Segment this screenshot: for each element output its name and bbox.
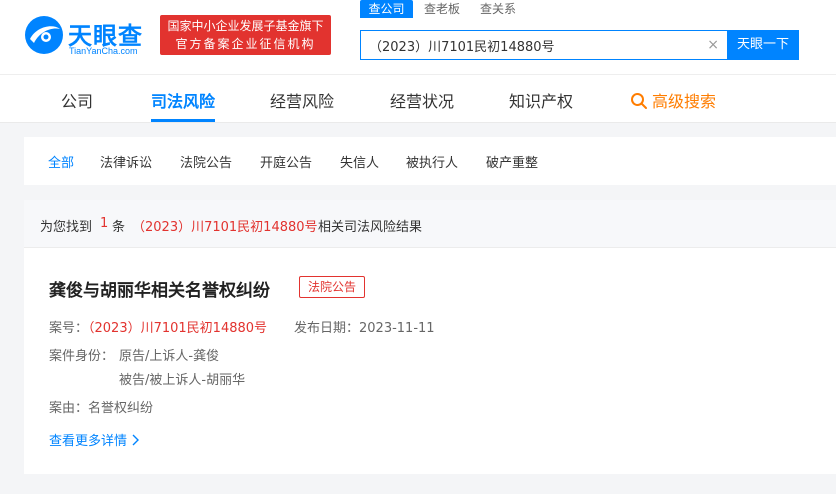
top-header: 天眼查 TianYanCha.com 国家中小企业发展子基金旗下 官方备案企业征… [0, 0, 836, 74]
logo-eye-icon [25, 16, 63, 54]
search-button[interactable]: 天眼一下 [727, 30, 799, 60]
result-count: 1 [100, 216, 109, 231]
publish-date-row: 发布日期：2023-11-11 [294, 317, 435, 336]
result-summary: 为您找到 1 条 （2023）川7101民初14880号 相关司法风险结果 [24, 200, 836, 248]
tianyancha-logo[interactable]: 天眼查 TianYanCha.com [24, 14, 154, 58]
case-cause-value: 名誉权纠纷 [88, 401, 154, 416]
filter-hearing-notice[interactable]: 开庭公告 [260, 152, 312, 171]
result-card: 龚俊与胡丽华相关名誉权纠纷 法院公告 案号：（2023）川7101民初14880… [24, 248, 836, 474]
official-banner: 国家中小企业发展子基金旗下 官方备案企业征信机构 [160, 15, 331, 55]
search-tab-boss[interactable]: 查老板 [414, 0, 470, 18]
filter-bankruptcy[interactable]: 破产重整 [486, 152, 538, 171]
publish-date-label: 发布日期： [294, 321, 360, 336]
case-identity-plaintiff: 原告/上诉人-龚俊 [119, 349, 220, 364]
result-suffix: 相关司法风险结果 [318, 220, 423, 235]
search-tab-company[interactable]: 查公司 [360, 0, 413, 18]
publish-date-value: 2023-11-11 [359, 321, 435, 336]
chevron-right-icon [132, 434, 140, 446]
filter-lawsuit[interactable]: 法律诉讼 [100, 152, 152, 171]
nav-advanced-search[interactable]: 高级搜索 [630, 88, 716, 112]
case-identity-defendant: 被告/被上诉人-胡丽华 [119, 373, 246, 388]
filter-executed[interactable]: 被执行人 [406, 152, 458, 171]
nav-operation-risk[interactable]: 经营风险 [270, 88, 334, 112]
view-more-link[interactable]: 查看更多详情 [49, 430, 140, 449]
clear-icon[interactable]: × [707, 37, 719, 53]
case-cause-label: 案由： [49, 401, 89, 416]
logo-name-en: TianYanCha.com [69, 46, 138, 56]
case-type-badge: 法院公告 [299, 276, 366, 298]
case-number-label: 案号： [49, 321, 89, 336]
search-box: × [360, 30, 728, 60]
nav-company[interactable]: 公司 [61, 88, 93, 112]
case-identity-label: 案件身份： [49, 349, 115, 364]
nav-advanced-label: 高级搜索 [652, 92, 717, 111]
search-icon [631, 93, 647, 109]
search-tab-relation[interactable]: 查关系 [470, 0, 526, 18]
result-prefix: 为您找到 [40, 220, 93, 235]
main-nav: 公司 司法风险 经营风险 经营状况 知识产权 高级搜索 [0, 74, 836, 123]
filter-bar: 全部 法律诉讼 法院公告 开庭公告 失信人 被执行人 破产重整 [24, 137, 836, 185]
filter-dishonest[interactable]: 失信人 [340, 152, 379, 171]
case-cause-row: 案由：名誉权纠纷 [49, 397, 153, 416]
result-unit: 条 [112, 220, 126, 235]
filter-all[interactable]: 全部 [48, 152, 74, 171]
view-more-label: 查看更多详情 [49, 434, 128, 449]
nav-ip[interactable]: 知识产权 [509, 88, 573, 112]
active-tab-underline [151, 119, 215, 122]
search-input[interactable] [369, 31, 699, 59]
result-keyword: （2023）川7101民初14880号 [132, 220, 318, 235]
banner-line2: 官方备案企业征信机构 [175, 37, 316, 51]
case-number-value: （2023）川7101民初14880号 [88, 321, 268, 336]
banner-line1: 国家中小企业发展子基金旗下 [167, 19, 324, 33]
case-title[interactable]: 龚俊与胡丽华相关名誉权纠纷 [49, 276, 270, 301]
case-number-row: 案号：（2023）川7101民初14880号 [49, 317, 267, 336]
filter-court-notice[interactable]: 法院公告 [180, 152, 232, 171]
nav-judicial-risk[interactable]: 司法风险 [151, 88, 215, 112]
nav-operation-status[interactable]: 经营状况 [390, 88, 454, 112]
